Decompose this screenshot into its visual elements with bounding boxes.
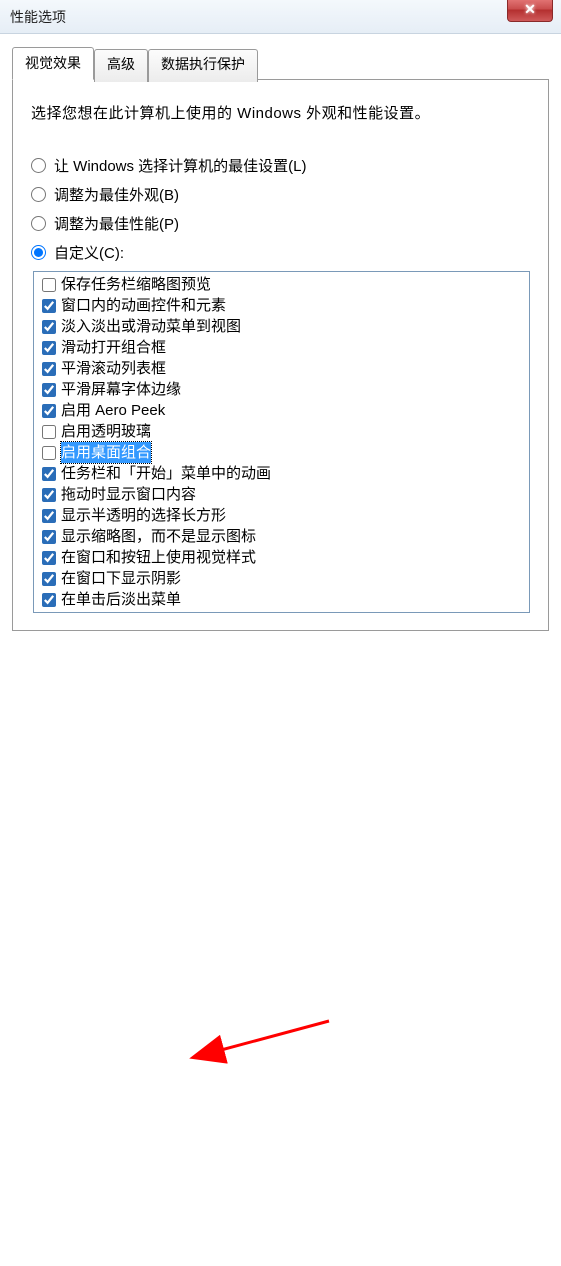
check-input-4[interactable] xyxy=(42,362,56,376)
check-row-15[interactable]: 在单击后淡出菜单 xyxy=(38,589,525,610)
check-row-7[interactable]: 启用透明玻璃 xyxy=(38,421,525,442)
radio-row-2[interactable]: 调整为最佳性能(P) xyxy=(31,213,530,234)
titlebar: 性能选项 ✕ xyxy=(0,0,561,34)
check-input-6[interactable] xyxy=(42,404,56,418)
check-row-10[interactable]: 拖动时显示窗口内容 xyxy=(38,484,525,505)
tab-0[interactable]: 视觉效果 xyxy=(12,47,94,80)
check-label-2: 淡入淡出或滑动菜单到视图 xyxy=(61,316,241,337)
radio-input-2[interactable] xyxy=(31,216,46,231)
content-area: 视觉效果高级数据执行保护 选择您想在此计算机上使用的 Windows 外观和性能… xyxy=(0,34,561,631)
close-button[interactable]: ✕ xyxy=(507,0,553,22)
check-input-13[interactable] xyxy=(42,551,56,565)
check-row-0[interactable]: 保存任务栏缩略图预览 xyxy=(38,274,525,295)
radio-input-1[interactable] xyxy=(31,187,46,202)
check-label-10: 拖动时显示窗口内容 xyxy=(61,484,196,505)
radio-row-0[interactable]: 让 Windows 选择计算机的最佳设置(L) xyxy=(31,155,530,176)
check-input-9[interactable] xyxy=(42,467,56,481)
check-input-10[interactable] xyxy=(42,488,56,502)
check-row-6[interactable]: 启用 Aero Peek xyxy=(38,400,525,421)
radio-label-2: 调整为最佳性能(P) xyxy=(54,213,179,234)
check-label-4: 平滑滚动列表框 xyxy=(61,358,166,379)
check-label-12: 显示缩略图，而不是显示图标 xyxy=(61,526,256,547)
tab-panel-visual-effects: 选择您想在此计算机上使用的 Windows 外观和性能设置。 让 Windows… xyxy=(12,79,549,631)
check-label-1: 窗口内的动画控件和元素 xyxy=(61,295,226,316)
check-label-5: 平滑屏幕字体边缘 xyxy=(61,379,181,400)
check-input-7[interactable] xyxy=(42,425,56,439)
check-row-11[interactable]: 显示半透明的选择长方形 xyxy=(38,505,525,526)
tab-1[interactable]: 高级 xyxy=(94,49,148,82)
check-row-14[interactable]: 在窗口下显示阴影 xyxy=(38,568,525,589)
check-row-16[interactable]: 在视图中淡入淡出或滑动工具条提示 xyxy=(38,610,525,613)
radio-label-0: 让 Windows 选择计算机的最佳设置(L) xyxy=(54,155,307,176)
check-label-3: 滑动打开组合框 xyxy=(61,337,166,358)
settings-checklist[interactable]: 保存任务栏缩略图预览窗口内的动画控件和元素淡入淡出或滑动菜单到视图滑动打开组合框… xyxy=(33,271,530,613)
check-input-11[interactable] xyxy=(42,509,56,523)
check-label-6: 启用 Aero Peek xyxy=(61,400,165,421)
check-label-0: 保存任务栏缩略图预览 xyxy=(61,274,211,295)
check-row-12[interactable]: 显示缩略图，而不是显示图标 xyxy=(38,526,525,547)
check-input-2[interactable] xyxy=(42,320,56,334)
check-label-7: 启用透明玻璃 xyxy=(61,421,151,442)
check-label-16: 在视图中淡入淡出或滑动工具条提示 xyxy=(61,610,301,613)
close-icon: ✕ xyxy=(524,1,536,18)
check-input-5[interactable] xyxy=(42,383,56,397)
check-label-9: 任务栏和「开始」菜单中的动画 xyxy=(61,463,271,484)
check-row-9[interactable]: 任务栏和「开始」菜单中的动画 xyxy=(38,463,525,484)
check-input-15[interactable] xyxy=(42,593,56,607)
check-row-3[interactable]: 滑动打开组合框 xyxy=(38,337,525,358)
annotation-arrow xyxy=(0,631,561,1266)
check-label-11: 显示半透明的选择长方形 xyxy=(61,505,226,526)
check-label-8: 启用桌面组合 xyxy=(61,442,151,463)
radio-label-3: 自定义(C): xyxy=(54,242,124,263)
check-input-12[interactable] xyxy=(42,530,56,544)
check-input-1[interactable] xyxy=(42,299,56,313)
check-input-8[interactable] xyxy=(42,446,56,460)
radio-input-3[interactable] xyxy=(31,245,46,260)
check-input-3[interactable] xyxy=(42,341,56,355)
check-input-0[interactable] xyxy=(42,278,56,292)
check-label-14: 在窗口下显示阴影 xyxy=(61,568,181,589)
check-row-8[interactable]: 启用桌面组合 xyxy=(38,442,525,463)
radio-input-0[interactable] xyxy=(31,158,46,173)
radio-label-1: 调整为最佳外观(B) xyxy=(54,184,179,205)
check-row-4[interactable]: 平滑滚动列表框 xyxy=(38,358,525,379)
check-label-13: 在窗口和按钮上使用视觉样式 xyxy=(61,547,256,568)
radio-group: 让 Windows 选择计算机的最佳设置(L) 调整为最佳外观(B) 调整为最佳性能… xyxy=(31,155,530,263)
radio-row-3[interactable]: 自定义(C): xyxy=(31,242,530,263)
check-row-1[interactable]: 窗口内的动画控件和元素 xyxy=(38,295,525,316)
check-row-5[interactable]: 平滑屏幕字体边缘 xyxy=(38,379,525,400)
check-label-15: 在单击后淡出菜单 xyxy=(61,589,181,610)
check-input-14[interactable] xyxy=(42,572,56,586)
radio-row-1[interactable]: 调整为最佳外观(B) xyxy=(31,184,530,205)
tab-bar: 视觉效果高级数据执行保护 xyxy=(12,47,549,80)
check-row-13[interactable]: 在窗口和按钮上使用视觉样式 xyxy=(38,547,525,568)
window-title: 性能选项 xyxy=(10,7,66,27)
instruction-text: 选择您想在此计算机上使用的 Windows 外观和性能设置。 xyxy=(31,102,530,123)
check-row-2[interactable]: 淡入淡出或滑动菜单到视图 xyxy=(38,316,525,337)
tab-2[interactable]: 数据执行保护 xyxy=(148,49,258,82)
